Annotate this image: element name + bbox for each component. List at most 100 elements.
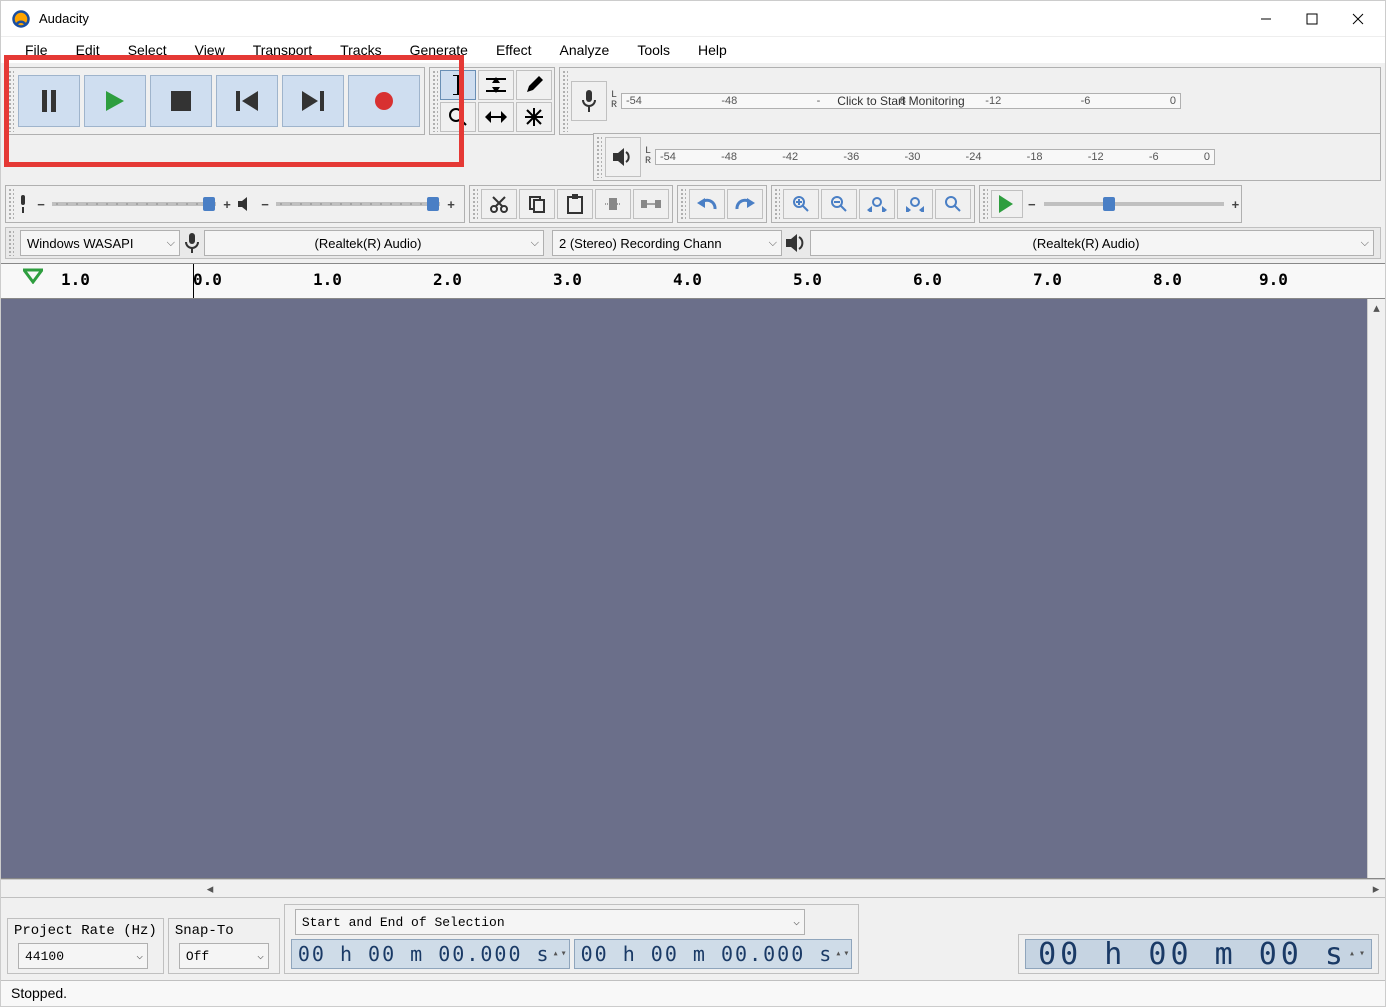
speaker-icon: [238, 197, 254, 211]
copy-button[interactable]: [519, 189, 555, 219]
zoom-in-button[interactable]: [783, 189, 819, 219]
toolbar-grip[interactable]: [596, 136, 602, 178]
zoom-toolbar: [771, 185, 975, 223]
snap-to-select[interactable]: Off: [179, 943, 269, 969]
scroll-up-icon[interactable]: ▴: [1368, 299, 1385, 317]
stop-button[interactable]: [150, 75, 212, 127]
window-minimize-button[interactable]: [1243, 3, 1289, 35]
menu-select[interactable]: Select: [114, 38, 181, 62]
menu-transport[interactable]: Transport: [239, 38, 326, 62]
undo-button[interactable]: [689, 189, 725, 219]
snap-to-label: Snap-To: [175, 923, 273, 939]
zoom-toggle-button[interactable]: [935, 189, 971, 219]
monitor-hint: Click to Start Monitoring: [837, 94, 964, 108]
playhead-icon[interactable]: [23, 268, 43, 288]
selection-toolbar: Project Rate (Hz) 44100 Snap-To Off Star…: [1, 897, 1385, 980]
paste-button[interactable]: [557, 189, 593, 219]
audio-position-group: 00 h 00 m 00 s▴▾: [1018, 934, 1379, 974]
toolbar-grip[interactable]: [8, 70, 14, 132]
pause-button[interactable]: [18, 75, 80, 127]
tools-toolbar: [429, 67, 555, 135]
audacity-logo-icon: [11, 9, 31, 29]
draw-tool-button[interactable]: [516, 70, 552, 100]
trim-button[interactable]: [595, 189, 631, 219]
zoom-tool-button[interactable]: [440, 102, 476, 132]
toolbar-grip[interactable]: [562, 70, 568, 132]
toolbar-grip[interactable]: [472, 188, 478, 220]
toolbar-grip[interactable]: [680, 188, 686, 220]
window-maximize-button[interactable]: [1289, 3, 1335, 35]
playback-speed-slider[interactable]: [1044, 202, 1224, 206]
status-text: Stopped.: [11, 985, 67, 1001]
timeline-ruler[interactable]: 1.0 0.0 1.0 2.0 3.0 4.0 5.0 6.0 7.0 8.0 …: [1, 263, 1385, 299]
snap-to-group: Snap-To Off: [168, 918, 280, 974]
multi-tool-button[interactable]: [516, 102, 552, 132]
menu-effect[interactable]: Effect: [482, 38, 546, 62]
menu-tools[interactable]: Tools: [623, 38, 684, 62]
play-at-speed-button[interactable]: [991, 190, 1023, 218]
menu-help[interactable]: Help: [684, 38, 741, 62]
recording-meter-toolbar: LR -54 -48 - 8 -12 -6 0 Click to Start M…: [559, 67, 1381, 135]
audio-position-time[interactable]: 00 h 00 m 00 s▴▾: [1025, 939, 1372, 969]
fit-selection-button[interactable]: [859, 189, 895, 219]
menu-tracks[interactable]: Tracks: [326, 38, 395, 62]
cut-button[interactable]: [481, 189, 517, 219]
track-area[interactable]: ▴: [1, 299, 1385, 879]
mixer-toolbar: − + − +: [5, 185, 465, 223]
window-title: Audacity: [39, 11, 89, 26]
selection-tool-button[interactable]: [440, 70, 476, 100]
toolbar-grip[interactable]: [8, 188, 14, 220]
toolbar-grip[interactable]: [432, 70, 438, 132]
envelope-tool-button[interactable]: [478, 70, 514, 100]
record-button[interactable]: [348, 75, 420, 127]
toolbar-grip[interactable]: [8, 230, 14, 256]
recording-device-select[interactable]: (Realtek(R) Audio): [204, 230, 544, 256]
recording-channels-select[interactable]: 2 (Stereo) Recording Chann: [552, 230, 782, 256]
device-toolbar: Windows WASAPI (Realtek(R) Audio) 2 (Ste…: [5, 227, 1381, 259]
skip-start-button[interactable]: [216, 75, 278, 127]
undo-redo-toolbar: [677, 185, 767, 223]
play-at-speed-toolbar: − +: [979, 185, 1242, 223]
vertical-scrollbar[interactable]: ▴: [1367, 299, 1385, 878]
scroll-right-icon[interactable]: ▸: [1367, 880, 1385, 897]
menu-generate[interactable]: Generate: [396, 38, 482, 62]
scroll-left-icon[interactable]: ◂: [201, 880, 219, 897]
mic-icon[interactable]: [571, 81, 607, 121]
project-rate-select[interactable]: 44100: [18, 943, 148, 969]
selection-end-time[interactable]: 00 h 00 m 00.000 s▴▾: [574, 939, 853, 969]
skip-end-button[interactable]: [282, 75, 344, 127]
playback-meter[interactable]: -54 -48 -42 -36 -30 -24 -18 -12 -6 0: [655, 149, 1215, 165]
zoom-out-button[interactable]: [821, 189, 857, 219]
status-bar: Stopped.: [1, 980, 1385, 1006]
recording-meter[interactable]: -54 -48 - 8 -12 -6 0 Click to Start Moni…: [621, 93, 1181, 109]
timeshift-tool-button[interactable]: [478, 102, 514, 132]
window-close-button[interactable]: [1335, 3, 1381, 35]
meter-r-label: R: [608, 101, 620, 111]
playback-volume-slider[interactable]: − +: [258, 193, 458, 215]
toolbar-grip[interactable]: [982, 188, 988, 220]
menu-view[interactable]: View: [181, 38, 239, 62]
fit-project-button[interactable]: [897, 189, 933, 219]
horizontal-scrollbar[interactable]: ◂ ▸: [1, 879, 1385, 897]
selection-mode-select[interactable]: Start and End of Selection: [295, 909, 805, 935]
playback-meter-toolbar: LR -54 -48 -42 -36 -30 -24 -18 -12 -6 0: [593, 133, 1381, 181]
redo-button[interactable]: [727, 189, 763, 219]
recording-volume-slider[interactable]: − +: [34, 193, 234, 215]
toolbar-grip[interactable]: [774, 188, 780, 220]
play-button[interactable]: [84, 75, 146, 127]
playback-device-select[interactable]: (Realtek(R) Audio): [810, 230, 1374, 256]
edit-toolbar: [469, 185, 673, 223]
audio-host-select[interactable]: Windows WASAPI: [20, 230, 180, 256]
menu-analyze[interactable]: Analyze: [546, 38, 624, 62]
silence-button[interactable]: [633, 189, 669, 219]
toolbar-dock: LR -54 -48 - 8 -12 -6 0 Click to Start M…: [1, 63, 1385, 263]
title-bar: Audacity: [1, 1, 1385, 37]
selection-start-time[interactable]: 00 h 00 m 00.000 s▴▾: [291, 939, 570, 969]
menu-bar: File Edit Select View Transport Tracks G…: [1, 37, 1385, 63]
speaker-icon[interactable]: [605, 137, 641, 177]
speaker-icon: [786, 234, 806, 252]
menu-file[interactable]: File: [11, 38, 62, 62]
mic-icon: [184, 233, 200, 253]
menu-edit[interactable]: Edit: [62, 38, 114, 62]
selection-times-group: Start and End of Selection 00 h 00 m 00.…: [284, 904, 860, 974]
